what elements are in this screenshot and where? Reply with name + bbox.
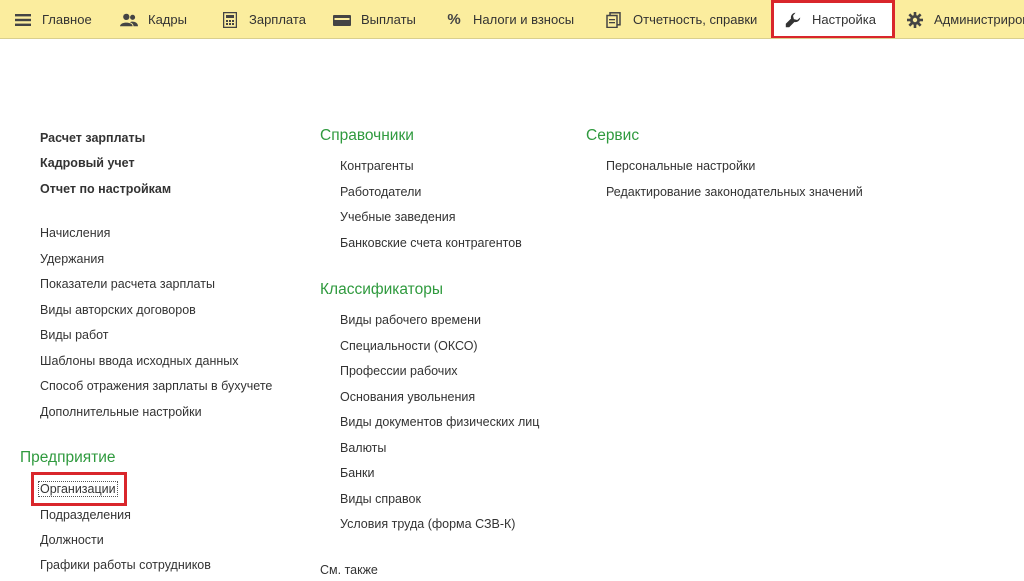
link-settings-report[interactable]: Отчет по настройкам — [40, 181, 171, 197]
link-counterparty-bank-accounts[interactable]: Банковские счета контрагентов — [340, 235, 522, 251]
link-additional-settings[interactable]: Дополнительные настройки — [40, 404, 202, 420]
section-salary[interactable]: Зарплата — [221, 0, 306, 38]
link-counterparties[interactable]: Контрагенты — [340, 158, 414, 174]
link-educational-institutions[interactable]: Учебные заведения — [340, 209, 456, 225]
calculator-icon — [221, 11, 239, 29]
link-work-types[interactable]: Виды работ — [40, 327, 109, 343]
link-author-contract-types[interactable]: Виды авторских договоров — [40, 302, 196, 318]
link-dismissal-grounds[interactable]: Основания увольнения — [340, 389, 475, 405]
section-payments[interactable]: Выплаты — [333, 0, 416, 38]
link-departments[interactable]: Подразделения — [40, 507, 131, 523]
link-organizations[interactable]: Организации — [31, 472, 127, 506]
section-taxes[interactable]: % Налоги и взносы — [445, 0, 575, 38]
section-main[interactable]: Главное — [14, 0, 92, 38]
section-admin[interactable]: Администриров — [906, 0, 1024, 38]
section-settings[interactable]: Настройка — [771, 0, 895, 38]
link-see-also[interactable]: См. также — [320, 562, 378, 578]
section-label: Отчетность, справки — [633, 12, 758, 27]
sections-panel: Главное Кадры Зарплата Выплаты % Налоги … — [0, 0, 1024, 39]
group-title-service: Сервис — [586, 127, 640, 144]
link-banks[interactable]: Банки — [340, 465, 375, 481]
link-payroll[interactable]: Расчет зарплаты — [40, 130, 145, 146]
link-work-time-types[interactable]: Виды рабочего времени — [340, 312, 481, 328]
gear-icon — [906, 11, 924, 29]
hamburger-icon — [14, 11, 32, 29]
link-specialties[interactable]: Специальности (ОКСО) — [340, 338, 478, 354]
documents-icon — [605, 11, 623, 29]
link-input-templates[interactable]: Шаблоны ввода исходных данных — [40, 353, 239, 369]
group-title-enterprise: Предприятие — [20, 449, 116, 466]
section-label: Кадры — [148, 12, 187, 27]
link-payroll-indicators[interactable]: Показатели расчета зарплаты — [40, 276, 215, 292]
link-working-conditions[interactable]: Условия труда (форма СЗВ-К) — [340, 516, 515, 532]
link-personal-settings[interactable]: Персональные настройки — [606, 158, 755, 174]
link-deductions[interactable]: Удержания — [40, 251, 104, 267]
link-currencies[interactable]: Валюты — [340, 440, 386, 456]
link-worker-professions[interactable]: Профессии рабочих — [340, 363, 458, 379]
wrench-icon — [784, 11, 802, 29]
percent-icon: % — [447, 11, 461, 28]
group-title-classifiers: Классификаторы — [320, 281, 443, 298]
link-positions[interactable]: Должности — [40, 532, 104, 548]
users-icon — [120, 11, 138, 29]
link-certificate-types[interactable]: Виды справок — [340, 491, 421, 507]
link-organizations-label: Организации — [38, 481, 118, 497]
link-payroll-accounting-method[interactable]: Способ отражения зарплаты в бухучете — [40, 378, 272, 394]
link-work-schedules[interactable]: Графики работы сотрудников — [40, 557, 211, 573]
group-title-directories: Справочники — [320, 127, 414, 144]
link-identity-document-types[interactable]: Виды документов физических лиц — [340, 414, 539, 430]
section-label: Выплаты — [361, 12, 416, 27]
wallet-icon — [333, 11, 351, 29]
section-reports[interactable]: Отчетность, справки — [605, 0, 758, 38]
link-edit-legislative-values[interactable]: Редактирование законодательных значений — [606, 184, 863, 200]
section-label: Главное — [42, 12, 92, 27]
section-label: Настройка — [812, 12, 876, 27]
link-hr-accounting[interactable]: Кадровый учет — [40, 155, 135, 171]
link-accruals[interactable]: Начисления — [40, 225, 110, 241]
section-label: Налоги и взносы — [473, 12, 575, 27]
section-label: Администриров — [934, 12, 1024, 27]
section-label: Зарплата — [249, 12, 306, 27]
section-hr[interactable]: Кадры — [120, 0, 187, 38]
link-employers[interactable]: Работодатели — [340, 184, 421, 200]
